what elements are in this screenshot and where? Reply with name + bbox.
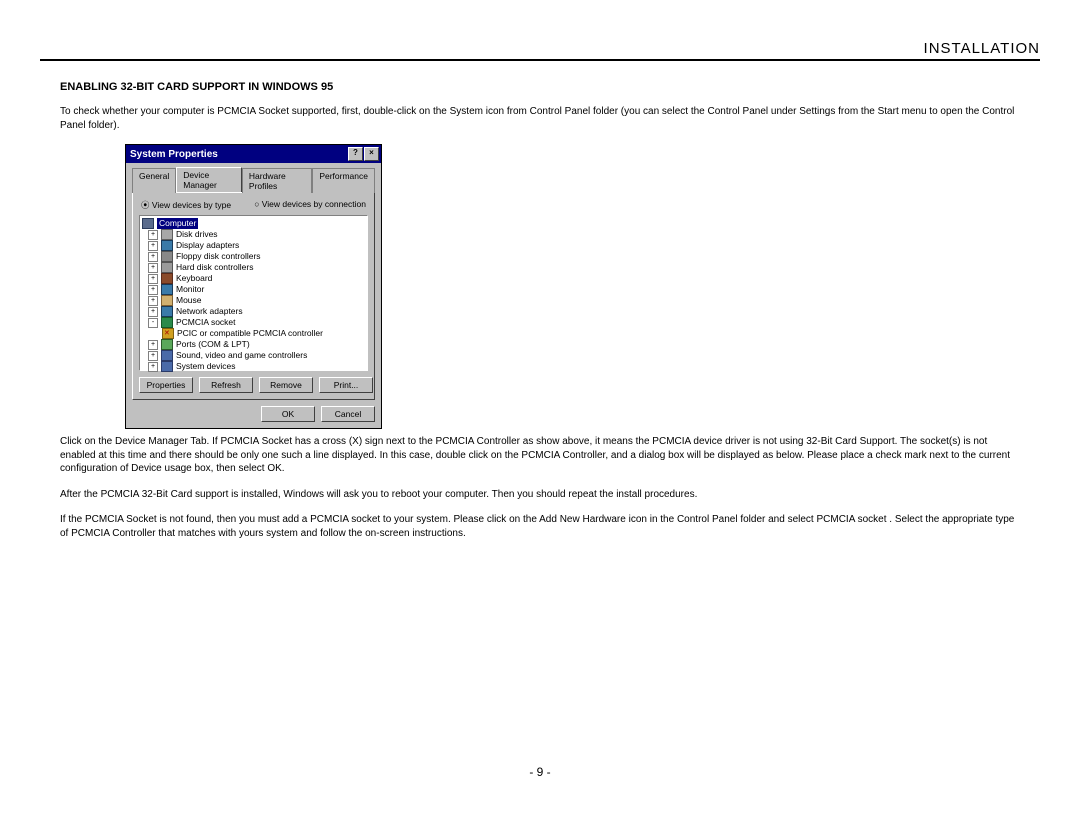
tree-label: Display adapters xyxy=(176,240,239,251)
pcmcia-icon xyxy=(161,317,173,328)
tree-label: Ports (COM & LPT) xyxy=(176,339,250,350)
expand-icon[interactable]: + xyxy=(148,351,158,361)
view-mode-radios: View devices by type View devices by con… xyxy=(139,199,368,211)
tree-system[interactable]: + System devices xyxy=(142,361,365,372)
tree-pcmcia-controller[interactable]: PCIC or compatible PCMCIA controller xyxy=(142,328,365,339)
sound-icon xyxy=(161,350,173,361)
hdd-icon xyxy=(161,262,173,273)
action-buttons: Properties Refresh Remove Print... xyxy=(139,377,368,393)
page-number: - 9 - xyxy=(0,765,1080,779)
tree-label: System devices xyxy=(176,361,236,372)
tree-pcmcia[interactable]: - PCMCIA socket xyxy=(142,317,365,328)
tab-general[interactable]: General xyxy=(132,168,176,193)
tree-display[interactable]: + Display adapters xyxy=(142,240,365,251)
monitor-icon xyxy=(161,284,173,295)
tree-mouse[interactable]: + Mouse xyxy=(142,295,365,306)
tab-body: View devices by type View devices by con… xyxy=(132,192,375,400)
cancel-button[interactable]: Cancel xyxy=(321,406,375,422)
close-button[interactable]: × xyxy=(364,147,379,161)
header-rule xyxy=(40,59,1040,61)
ok-button[interactable]: OK xyxy=(261,406,315,422)
tree-sound[interactable]: + Sound, video and game controllers xyxy=(142,350,365,361)
expand-icon[interactable]: + xyxy=(148,307,158,317)
properties-button[interactable]: Properties xyxy=(139,377,193,393)
refresh-button[interactable]: Refresh xyxy=(199,377,253,393)
tree-disk[interactable]: + Disk drives xyxy=(142,229,365,240)
tree-computer[interactable]: Computer xyxy=(142,218,365,229)
pcmcia-error-icon xyxy=(162,328,174,339)
tree-label: PCIC or compatible PCMCIA controller xyxy=(177,328,323,339)
expand-icon[interactable]: + xyxy=(148,252,158,262)
paragraph-intro: To check whether your computer is PCMCIA… xyxy=(60,105,1020,132)
tree-hdd[interactable]: + Hard disk controllers xyxy=(142,262,365,273)
tab-performance[interactable]: Performance xyxy=(312,168,375,193)
tree-label: Computer xyxy=(157,218,198,229)
expand-icon[interactable]: + xyxy=(148,340,158,350)
tab-strip: General Device Manager Hardware Profiles… xyxy=(126,163,381,192)
window-title: System Properties xyxy=(130,149,347,160)
computer-icon xyxy=(142,218,154,229)
tree-ports[interactable]: + Ports (COM & LPT) xyxy=(142,339,365,350)
tree-keyboard[interactable]: + Keyboard xyxy=(142,273,365,284)
tree-label: Network adapters xyxy=(176,306,243,317)
page-header: INSTALLATION xyxy=(40,40,1040,59)
paragraph-addhw: If the PCMCIA Socket is not found, then … xyxy=(60,513,1020,540)
floppy-icon xyxy=(161,251,173,262)
system-icon xyxy=(161,361,173,372)
radio-view-by-type[interactable]: View devices by type xyxy=(141,199,231,211)
expand-icon[interactable]: + xyxy=(148,285,158,295)
tree-label: Sound, video and game controllers xyxy=(176,350,307,361)
expand-icon[interactable]: + xyxy=(148,296,158,306)
radio-view-by-connection[interactable]: View devices by connection xyxy=(254,199,366,211)
help-button[interactable]: ? xyxy=(348,147,363,161)
tree-monitor[interactable]: + Monitor xyxy=(142,284,365,295)
device-tree[interactable]: Computer +Disk drives +Display adapters … xyxy=(139,215,368,371)
tree-label: Disk drives xyxy=(176,229,218,240)
tree-label: PCMCIA socket xyxy=(176,317,236,328)
keyboard-icon xyxy=(161,273,173,284)
tab-hardware-profiles[interactable]: Hardware Profiles xyxy=(242,168,312,193)
expand-icon[interactable]: + xyxy=(148,362,158,372)
paragraph-reboot: After the PCMCIA 32-Bit Card support is … xyxy=(60,488,1020,502)
paragraph-devmgr: Click on the Device Manager Tab. If PCMC… xyxy=(60,435,1020,476)
tab-device-manager[interactable]: Device Manager xyxy=(176,167,242,192)
print-button[interactable]: Print... xyxy=(319,377,373,393)
titlebar: System Properties ? × xyxy=(126,145,381,163)
disk-icon xyxy=(161,229,173,240)
expand-icon[interactable]: + xyxy=(148,263,158,273)
tree-label: Floppy disk controllers xyxy=(176,251,261,262)
tree-label: Keyboard xyxy=(176,273,212,284)
tree-label: Hard disk controllers xyxy=(176,262,253,273)
expand-icon[interactable]: + xyxy=(148,274,158,284)
tree-net[interactable]: + Network adapters xyxy=(142,306,365,317)
expand-icon[interactable]: + xyxy=(148,241,158,251)
collapse-icon[interactable]: - xyxy=(148,318,158,328)
remove-button[interactable]: Remove xyxy=(259,377,313,393)
tree-floppy[interactable]: + Floppy disk controllers xyxy=(142,251,365,262)
system-properties-window: System Properties ? × General Device Man… xyxy=(125,144,382,429)
section-heading: ENABLING 32-BIT CARD SUPPORT IN WINDOWS … xyxy=(60,81,1040,93)
display-icon xyxy=(161,240,173,251)
tree-label: Mouse xyxy=(176,295,202,306)
mouse-icon xyxy=(161,295,173,306)
network-icon xyxy=(161,306,173,317)
tree-label: Monitor xyxy=(176,284,204,295)
expand-icon[interactable]: + xyxy=(148,230,158,240)
ports-icon xyxy=(161,339,173,350)
dialog-buttons: OK Cancel xyxy=(126,406,381,428)
